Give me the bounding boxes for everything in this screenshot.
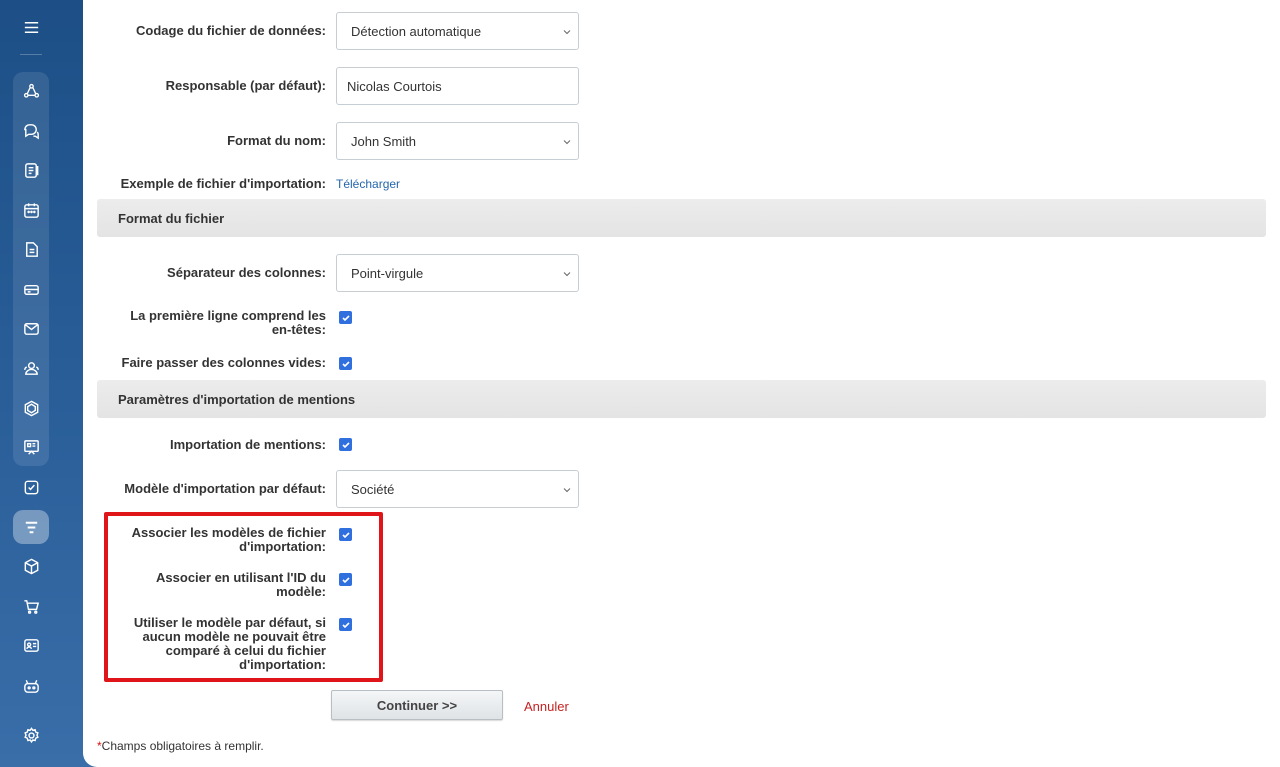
- network-icon[interactable]: [13, 74, 49, 108]
- skip-empty-checkbox[interactable]: [339, 357, 352, 370]
- continue-button[interactable]: Continuer >>: [331, 690, 503, 720]
- first-line-headers-checkbox[interactable]: [339, 311, 352, 324]
- section-file-format: Format du fichier: [97, 199, 1266, 237]
- skip-empty-label: Faire passer des colonnes vides:: [121, 355, 326, 370]
- cart-icon[interactable]: [13, 589, 49, 623]
- name-format-select[interactable]: John Smith: [336, 122, 579, 160]
- chevron-down-icon: [563, 488, 571, 493]
- responsible-value: Nicolas Courtois: [347, 78, 442, 94]
- responsible-label: Responsable (par défaut):: [165, 78, 326, 93]
- name-format-value: John Smith: [351, 133, 417, 149]
- highlight-box: [104, 512, 383, 682]
- contact-card-icon[interactable]: [13, 628, 49, 662]
- chevron-down-icon: [563, 30, 571, 35]
- tasks-icon[interactable]: [13, 470, 49, 504]
- robot-icon[interactable]: [13, 668, 49, 702]
- crm-filter-icon[interactable]: [13, 510, 49, 544]
- contacts-icon[interactable]: [13, 351, 49, 385]
- menu-icon[interactable]: [13, 10, 49, 44]
- package-icon[interactable]: [13, 549, 49, 583]
- import-mentions-label: Importation de mentions:: [170, 437, 326, 452]
- section-mentions: Paramètres d'importation de mentions: [97, 380, 1266, 418]
- presentation-icon[interactable]: [13, 430, 49, 464]
- checkmark-icon: [341, 441, 350, 448]
- required-fields-text: Champs obligatoires à remplir.: [101, 739, 264, 753]
- responsible-input[interactable]: Nicolas Courtois: [336, 67, 579, 105]
- chat-icon[interactable]: [13, 113, 49, 147]
- mail-icon[interactable]: [13, 311, 49, 345]
- chevron-down-icon: [563, 272, 571, 277]
- import-mentions-checkbox[interactable]: [339, 438, 352, 451]
- first-line-headers-label: La première ligne comprend les en-têtes:: [130, 309, 326, 337]
- default-template-label: Modèle d'importation par défaut:: [124, 481, 326, 496]
- encoding-select[interactable]: Détection automatique: [336, 12, 579, 50]
- calendar-icon[interactable]: [13, 193, 49, 227]
- first-line-headers-label-line2: en-têtes:: [271, 322, 326, 337]
- sidebar-divider: [20, 54, 42, 55]
- required-fields-note: *Champs obligatoires à remplir.: [97, 739, 264, 753]
- default-template-value: Société: [351, 481, 395, 497]
- document-icon[interactable]: [13, 232, 49, 266]
- settings-icon[interactable]: [13, 718, 49, 752]
- name-format-label: Format du nom:: [227, 133, 326, 148]
- drive-icon[interactable]: [13, 272, 49, 306]
- chevron-down-icon: [563, 140, 571, 145]
- checkmark-icon: [341, 314, 350, 321]
- feed-icon[interactable]: [13, 153, 49, 187]
- encoding-value: Détection automatique: [351, 23, 482, 39]
- separator-select[interactable]: Point-virgule: [336, 254, 579, 292]
- cancel-link[interactable]: Annuler: [524, 699, 569, 714]
- checkmark-icon: [341, 360, 350, 367]
- left-sidebar: [0, 0, 64, 767]
- default-template-select[interactable]: Société: [336, 470, 579, 508]
- separator-value: Point-virgule: [351, 265, 424, 281]
- separator-label: Séparateur des colonnes:: [167, 265, 326, 280]
- first-line-headers-label-line1: La première ligne comprend les: [130, 308, 326, 323]
- download-link[interactable]: Télécharger: [336, 177, 400, 191]
- encoding-label: Codage du fichier de données:: [136, 23, 326, 38]
- sample-file-label: Exemple de fichier d'importation:: [120, 176, 326, 191]
- hexagon-icon[interactable]: [13, 391, 49, 425]
- import-settings-panel: Codage du fichier de données: Détection …: [83, 0, 1280, 767]
